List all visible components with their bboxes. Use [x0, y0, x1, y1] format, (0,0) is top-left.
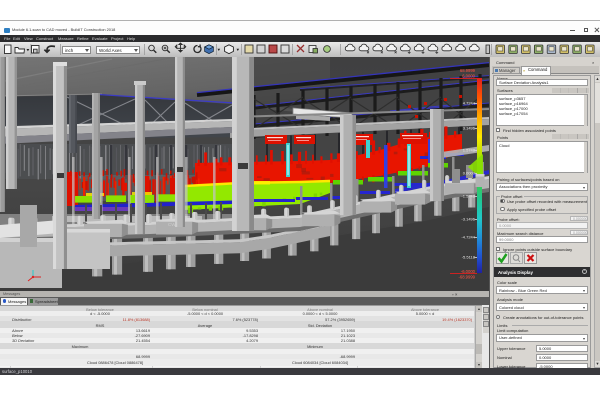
svg-text:-3.1496: -3.1496: [461, 217, 475, 222]
svg-text:6.0000: 6.0000: [462, 74, 475, 79]
svg-text:-68.9999: -68.9999: [458, 275, 475, 280]
svg-text:68.9999: 68.9999: [460, 68, 476, 73]
svg-text:4.7244: 4.7244: [463, 101, 476, 106]
svg-text:-1.5748: -1.5748: [461, 194, 475, 199]
svg-text:-5.5118: -5.5118: [462, 255, 476, 260]
svg-text:0.0000: 0.0000: [463, 171, 476, 176]
svg-text:3.1496: 3.1496: [463, 126, 476, 131]
svg-text:1.5748: 1.5748: [463, 148, 476, 153]
svg-text:-4.7244: -4.7244: [461, 235, 475, 240]
svg-text:CW: CW: [168, 222, 176, 227]
